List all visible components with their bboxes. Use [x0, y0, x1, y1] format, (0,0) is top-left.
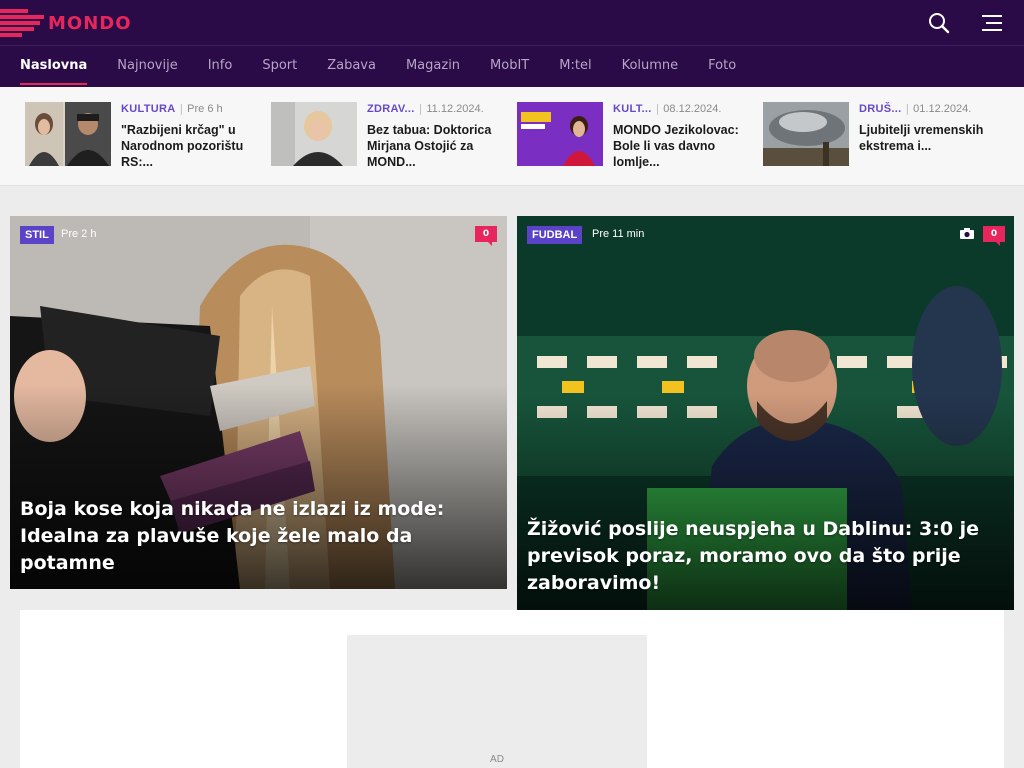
article-title[interactable]: Boja kose koja nikada ne izlazi iz mode:…: [20, 496, 493, 577]
advertisement[interactable]: AD: [347, 635, 647, 768]
teaser-item[interactable]: ZDRAV... | 11.12.2024. Bez tabua: Doktoric…: [271, 102, 501, 172]
teaser-title[interactable]: "Razbijeni krčag" u Narodnom pozorištu R…: [121, 122, 253, 170]
comment-count-badge[interactable]: 0: [475, 226, 497, 246]
search-icon: [929, 13, 950, 34]
main-nav: Naslovna Najnovije Info Sport Zabava Mag…: [0, 45, 1024, 87]
nav-item-najnovije[interactable]: Najnovije: [117, 46, 177, 87]
teaser-title[interactable]: Bez tabua: Doktorica Mirjana Ostojić za …: [367, 122, 499, 170]
search-button[interactable]: [924, 8, 954, 38]
teaser-title[interactable]: MONDO Jezikolovac: Bole li vas davno lom…: [613, 122, 745, 170]
teaser-meta: ZDRAV... | 11.12.2024.: [367, 102, 484, 115]
teaser-meta: KULTURA | Pre 6 h: [121, 102, 223, 115]
top-bar: MONDO: [0, 0, 1024, 45]
teaser-category[interactable]: DRUŠ...: [859, 103, 901, 115]
logo-mark-icon: [0, 9, 44, 37]
teaser-thumbnail: [517, 102, 603, 166]
category-tag[interactable]: STIL: [20, 226, 54, 244]
hamburger-menu-icon: [982, 15, 1002, 31]
article-time: Pre 11 min: [592, 228, 645, 240]
category-tag[interactable]: FUDBAL: [527, 226, 583, 244]
teaser-strip: KULTURA | Pre 6 h "Razbijeni krčag" u Naro…: [0, 87, 1024, 186]
nav-item-mtel[interactable]: M:tel: [559, 46, 591, 87]
featured-article-card[interactable]: FUDBAL Pre 11 min 0 Žižović poslije neus…: [517, 216, 1014, 610]
nav-item-foto[interactable]: Foto: [708, 46, 736, 87]
teaser-item[interactable]: KULT... | 08.12.2024. MONDO Jezikolovac: B…: [517, 102, 747, 172]
teaser-time: Pre 6 h: [187, 103, 223, 115]
teaser-category[interactable]: KULTURA: [121, 103, 175, 115]
teaser-item[interactable]: KULTURA | Pre 6 h "Razbijeni krčag" u Naro…: [25, 102, 255, 172]
featured-article-card[interactable]: STIL Pre 2 h 0 Boja kose koja nikada ne …: [10, 216, 507, 589]
teaser-category[interactable]: ZDRAV...: [367, 103, 415, 115]
mondo-logo[interactable]: MONDO: [0, 9, 132, 37]
nav-item-sport[interactable]: Sport: [262, 46, 297, 87]
article-title[interactable]: Žižović poslije neuspjeha u Dablinu: 3:0…: [527, 516, 1000, 597]
comment-count-badge[interactable]: 0: [983, 226, 1005, 246]
teaser-time: 11.12.2024.: [426, 103, 484, 115]
nav-item-mobit[interactable]: MobIT: [490, 46, 529, 87]
teaser-time: 01.12.2024.: [913, 103, 972, 115]
menu-button[interactable]: [977, 8, 1007, 38]
teaser-meta: KULT... | 08.12.2024.: [613, 102, 722, 115]
ad-label: AD: [490, 754, 504, 765]
nav-item-zabava[interactable]: Zabava: [327, 46, 376, 87]
nav-item-info[interactable]: Info: [208, 46, 233, 87]
teaser-time: 08.12.2024.: [663, 103, 722, 115]
teaser-category[interactable]: KULT...: [613, 103, 652, 115]
logo-text: MONDO: [48, 12, 132, 34]
teaser-item[interactable]: DRUŠ... | 01.12.2024. Ljubitelji vremenski…: [763, 102, 993, 172]
teaser-thumbnail: [271, 102, 357, 166]
teaser-title[interactable]: Ljubitelji vremenskih ekstrema i...: [859, 122, 991, 154]
nav-item-kolumne[interactable]: Kolumne: [622, 46, 679, 87]
camera-icon: [960, 228, 974, 239]
teaser-thumbnail: [763, 102, 849, 166]
teaser-meta: DRUŠ... | 01.12.2024.: [859, 102, 972, 115]
article-time: Pre 2 h: [61, 228, 97, 240]
nav-item-naslovna[interactable]: Naslovna: [20, 46, 88, 87]
nav-item-magazin[interactable]: Magazin: [406, 46, 460, 87]
teaser-thumbnail: [25, 102, 111, 166]
